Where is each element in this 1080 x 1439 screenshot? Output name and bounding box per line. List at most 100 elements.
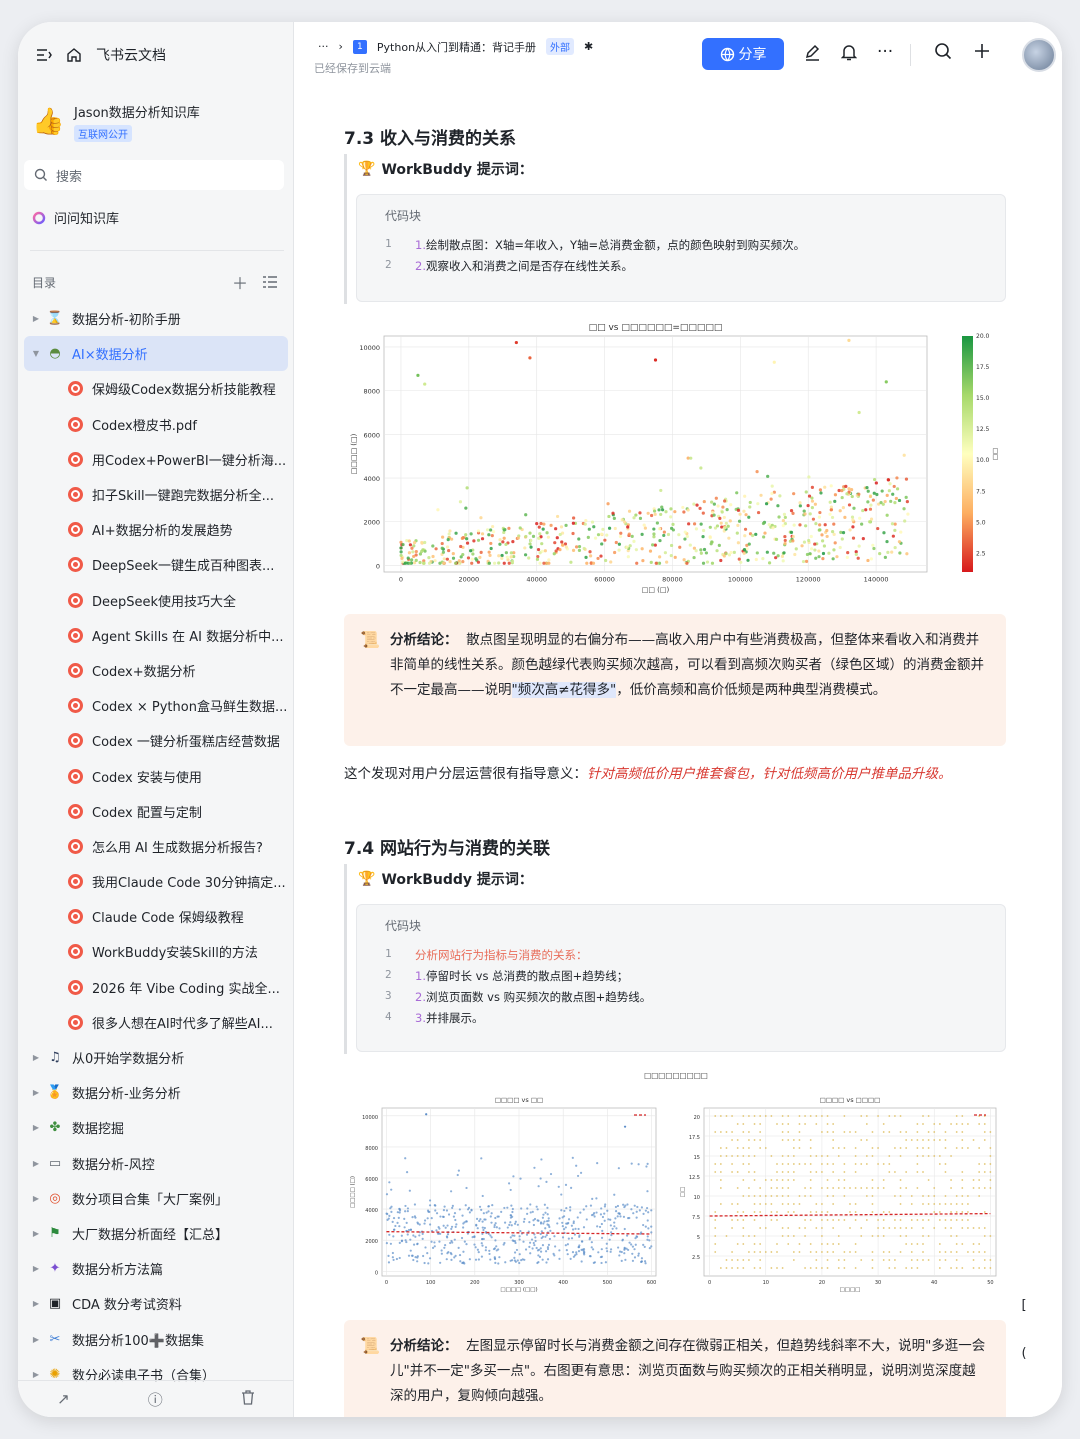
data-point: [650, 1225, 653, 1228]
sidebar-folder[interactable]: ▶ ◎ 数分项目合集「大厂案例」: [24, 1181, 288, 1216]
sidebar-doc[interactable]: Codex 安装与使用: [24, 758, 288, 793]
info-icon[interactable]: ⓘ: [148, 1389, 163, 1410]
sidebar-folder[interactable]: ▶ 🏅 数据分析-业务分析: [24, 1075, 288, 1110]
ask-knowledge-base-button[interactable]: 问问知识库: [32, 208, 119, 227]
data-point: [571, 1156, 574, 1159]
home-icon[interactable]: [66, 47, 82, 63]
sidebar-doc[interactable]: 很多人想在AI时代多了解些AI...: [24, 1005, 288, 1040]
sidebar-doc[interactable]: 2026 年 Vibe Coding 实战全...: [24, 970, 288, 1005]
data-point: [560, 543, 565, 547]
sidebar-folder[interactable]: ▶ ✤ 数据挖掘: [24, 1110, 288, 1145]
sidebar-doc[interactable]: 怎么用 AI 生成数据分析报告?: [24, 829, 288, 864]
sidebar-doc[interactable]: AI+数据分析的发展趋势: [24, 512, 288, 547]
code-block-7-3[interactable]: 代码块 1 1.绘制散点图：X轴=年收入，Y轴=总消费金额，点的颜色映射到购买频次…: [356, 194, 1006, 302]
search-box[interactable]: 搜索: [24, 160, 284, 190]
pin-icon[interactable]: ✱: [584, 40, 593, 53]
sidebar-doc[interactable]: 用Codex+PowerBI一键分析海...: [24, 442, 288, 477]
data-point: [922, 1155, 924, 1157]
data-point: [516, 1223, 519, 1226]
caret-right-icon[interactable]: ▶: [30, 1159, 42, 1168]
sidebar-folder[interactable]: ▶ ▭ 数据分析-风控: [24, 1146, 288, 1181]
data-point: [408, 1189, 411, 1192]
sidebar-doc[interactable]: 我用Claude Code 30分钟搞定...: [24, 864, 288, 899]
caret-right-icon[interactable]: ▶: [30, 1053, 42, 1062]
avatar[interactable]: [1022, 38, 1056, 72]
caret-right-icon[interactable]: ▶: [30, 1264, 42, 1273]
data-point: [488, 1252, 491, 1256]
caret-right-icon[interactable]: ▶: [30, 1229, 42, 1238]
data-point: [894, 1147, 896, 1149]
collapse-sidebar-icon[interactable]: [36, 48, 52, 62]
doc-title[interactable]: Python从入门到精通：背记手册: [377, 39, 536, 55]
caret-right-icon[interactable]: ▶: [30, 1370, 42, 1379]
breadcrumb-more-icon[interactable]: ···: [318, 40, 329, 53]
sidebar-folder[interactable]: ▶ ✦ 数据分析方法篇: [24, 1251, 288, 1286]
data-point: [843, 1179, 846, 1181]
sidebar-doc[interactable]: DeepSeek一键生成百种图表...: [24, 547, 288, 582]
toc-list-icon[interactable]: [262, 270, 278, 294]
y-axis-label: □□□□ (□): [350, 1176, 356, 1208]
sidebar-doc[interactable]: WorkBuddy安装Skill的方法: [24, 934, 288, 969]
caret-right-icon[interactable]: ▶: [30, 1194, 42, 1203]
plus-icon[interactable]: [974, 43, 990, 59]
bell-icon[interactable]: [841, 44, 857, 61]
caret-right-icon[interactable]: ▶: [30, 1088, 42, 1097]
data-point: [774, 537, 779, 541]
trash-icon[interactable]: [241, 1389, 255, 1409]
data-point: [961, 1219, 964, 1221]
code-block-7-4[interactable]: 代码块 1 分析网站行为指标与消费的关系： 2 1.停留时长 vs 总消费的散点图+趋…: [356, 904, 1006, 1052]
data-point: [828, 512, 832, 516]
sidebar-doc[interactable]: Codex 一键分析蛋糕店经营数据: [24, 723, 288, 758]
data-point: [728, 519, 732, 523]
data-point: [787, 1227, 790, 1229]
data-point: [451, 1204, 454, 1207]
sidebar-folder[interactable]: ▶ ⚑ 大厂数据分析面经【汇总】: [24, 1216, 288, 1251]
caret-down-icon[interactable]: ▼: [30, 349, 42, 358]
prompt-label-7-4: 🏆 WorkBuddy 提示词：: [358, 869, 533, 889]
caret-right-icon[interactable]: ▶: [30, 1123, 42, 1132]
data-point: [871, 1155, 874, 1157]
data-point: [718, 516, 722, 521]
data-point: [603, 1205, 606, 1208]
add-page-icon[interactable]: ＋: [232, 270, 248, 294]
data-point: [916, 1171, 919, 1173]
knowledge-base-header[interactable]: 👍 Jason数据分析知识库 互联网公开: [32, 102, 200, 142]
data-point: [492, 530, 496, 534]
sidebar-folder[interactable]: ▶ ✂ 数据分析100➕数据集: [24, 1321, 288, 1356]
share-button[interactable]: 分享: [702, 38, 784, 70]
caret-right-icon[interactable]: ▶: [30, 1299, 42, 1308]
edit-icon[interactable]: [804, 44, 821, 61]
sidebar-doc[interactable]: Codex 配置与定制: [24, 794, 288, 829]
scroll-icon: 📜: [360, 1336, 380, 1355]
edge-toggle-button[interactable]: [: [1016, 1294, 1032, 1316]
data-point: [756, 510, 761, 515]
sidebar-doc[interactable]: Codex+数据分析: [24, 653, 288, 688]
data-point: [465, 1242, 468, 1246]
x-axis-label: □□□□ (□□): [500, 1287, 537, 1293]
sidebar-folder[interactable]: ▼ ◓ AI×数据分析: [24, 336, 288, 372]
data-point: [798, 1227, 801, 1229]
sidebar-folder[interactable]: ▶ ♫ 从0开始学数据分析: [24, 1040, 288, 1075]
sidebar-folder[interactable]: ▶ ▣ CDA 数分考试资料: [24, 1286, 288, 1321]
app-name[interactable]: 飞书云文档: [96, 45, 166, 65]
data-point: [560, 1193, 563, 1196]
sidebar-doc[interactable]: 保姆级Codex数据分析技能教程: [24, 371, 288, 406]
caret-right-icon[interactable]: ▶: [30, 314, 42, 323]
sidebar-doc[interactable]: Agent Skills 在 AI 数据分析中...: [24, 618, 288, 653]
sidebar-doc[interactable]: Claude Code 保姆级教程: [24, 899, 288, 934]
data-point: [405, 1170, 409, 1174]
share-out-icon[interactable]: ↗: [57, 1390, 70, 1408]
data-point: [742, 1267, 745, 1269]
sidebar-doc[interactable]: DeepSeek使用技巧大全: [24, 583, 288, 618]
data-point: [888, 1259, 891, 1261]
more-icon[interactable]: ···: [877, 42, 893, 62]
sidebar-doc[interactable]: Codex × Python盒马鲜生数据...: [24, 688, 288, 723]
sidebar-doc[interactable]: Codex橙皮书.pdf: [24, 407, 288, 442]
search-icon[interactable]: [934, 42, 952, 60]
sidebar-doc[interactable]: 扣子Skill一键跑完数据分析全...: [24, 477, 288, 512]
sidebar-folder[interactable]: ▶ ⌛ 数据分析-初阶手册: [24, 301, 288, 336]
tree-item-label: 怎么用 AI 生成数据分析报告?: [92, 840, 263, 856]
caret-right-icon[interactable]: ▶: [30, 1335, 42, 1344]
data-point: [495, 1226, 498, 1229]
edge-help-button[interactable]: (: [1016, 1342, 1032, 1364]
